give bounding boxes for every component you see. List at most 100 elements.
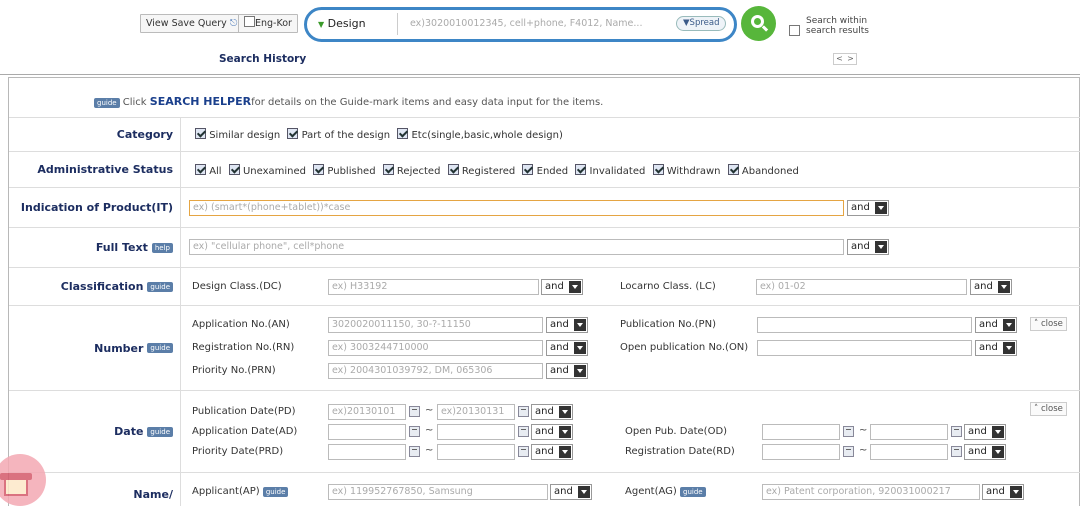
collapse-icon: ˄ <box>1034 404 1039 414</box>
date-row: Date guide Publication Date(PD) ex)201301… <box>9 390 1080 472</box>
od-from-input[interactable] <box>762 424 840 440</box>
dropdown-arrow-icon <box>1003 319 1015 331</box>
prd-and-select[interactable]: and <box>531 444 573 460</box>
pn-input[interactable] <box>757 317 972 333</box>
helper-notice: guide Click SEARCH HELPERfor details on … <box>94 95 603 108</box>
an-label: Application No.(AN) <box>192 319 290 330</box>
calendar-icon[interactable] <box>951 446 962 457</box>
search-go-button[interactable] <box>741 6 776 41</box>
calendar-icon[interactable] <box>409 406 420 417</box>
ap-label: Applicant(AP) guide <box>192 486 289 497</box>
rn-and-select[interactable]: and <box>546 340 588 356</box>
help-badge[interactable]: help <box>151 242 173 253</box>
ap-input[interactable]: ex) 119952767850, Samsung <box>328 484 548 500</box>
prn-and-select[interactable]: and <box>546 363 588 379</box>
range-tilde: ~ <box>859 445 868 456</box>
ad-and-select[interactable]: and <box>531 424 573 440</box>
ag-and-select[interactable]: and <box>982 484 1024 500</box>
indication-input[interactable]: ex) (smart*(phone+tablet))*case <box>189 200 844 216</box>
status-all-checkbox[interactable] <box>195 164 206 175</box>
prev-button[interactable]: < <box>836 54 843 64</box>
prn-label: Priority No.(PRN) <box>192 365 276 376</box>
etc-design-checkbox[interactable] <box>397 128 409 139</box>
date-close-button[interactable]: ˄ close <box>1030 402 1067 416</box>
guide-badge[interactable]: guide <box>147 343 173 353</box>
on-and-select[interactable]: and <box>975 340 1017 356</box>
an-input[interactable]: 3020020011150, 30-?-11150 <box>328 317 543 333</box>
calendar-icon[interactable] <box>951 426 962 437</box>
search-category-select[interactable]: ▼ Design <box>318 17 366 30</box>
eng-kor-toggle[interactable]: Eng-Kor <box>238 14 298 33</box>
od-to-input[interactable] <box>870 424 948 440</box>
spread-button[interactable]: ▼Spread <box>676 16 727 31</box>
an-and-select[interactable]: and <box>546 317 588 333</box>
guide-badge[interactable]: guide <box>680 487 706 497</box>
ag-input[interactable]: ex) Patent corporation, 920031000217 <box>762 484 980 500</box>
pn-label: Publication No.(PN) <box>620 319 716 330</box>
search-bar: ▼ Design ex)3020010012345, cell+phone, F… <box>304 7 737 42</box>
prn-input[interactable]: ex) 2004301039792, DM, 065306 <box>328 363 543 379</box>
ap-and-select[interactable]: and <box>550 484 592 500</box>
on-input[interactable] <box>757 340 972 356</box>
status-options: All Unexamined Published Rejected Regist… <box>195 164 799 177</box>
pd-and-select[interactable]: and <box>531 404 573 420</box>
dc-input[interactable]: ex) H33192 <box>328 279 539 295</box>
pd-from-input[interactable]: ex)20130101 <box>328 404 406 420</box>
calendar-icon[interactable] <box>843 446 854 457</box>
status-registered-checkbox[interactable] <box>447 164 459 175</box>
rn-input[interactable]: ex) 3003244710000 <box>328 340 543 356</box>
guide-badge[interactable]: guide <box>262 487 289 497</box>
rn-label: Registration No.(RN) <box>192 342 295 353</box>
status-unexamined-checkbox[interactable] <box>228 164 240 175</box>
guide-badge[interactable]: guide <box>147 281 173 292</box>
ad-to-input[interactable] <box>437 424 515 440</box>
guide-badge[interactable]: guide <box>147 426 173 437</box>
next-button[interactable]: > <box>847 54 854 64</box>
number-label: Number guide <box>9 306 181 390</box>
status-abandoned-checkbox[interactable] <box>727 164 739 175</box>
calendar-icon[interactable] <box>409 426 420 437</box>
calendar-icon[interactable] <box>843 426 854 437</box>
number-close-button[interactable]: ˄ close <box>1030 317 1067 331</box>
fulltext-label: Full Text help <box>9 228 181 267</box>
calendar-icon[interactable] <box>518 406 529 417</box>
search-history-link[interactable]: Search History <box>219 53 306 65</box>
view-save-query-button[interactable]: View Save Query ⎋ <box>140 14 244 33</box>
open-icon: ⎋ <box>229 18 238 29</box>
dropdown-arrow-icon <box>998 281 1010 293</box>
rd-from-input[interactable] <box>762 444 840 460</box>
lc-and-select[interactable]: and <box>970 279 1012 295</box>
status-rejected-checkbox[interactable] <box>382 164 394 175</box>
rd-and-select[interactable]: and <box>964 444 1006 460</box>
dropdown-arrow-icon <box>559 406 571 418</box>
prd-to-input[interactable] <box>437 444 515 460</box>
ad-from-input[interactable] <box>328 424 406 440</box>
divider <box>0 74 1080 75</box>
search-input[interactable]: ex)3020010012345, cell+phone, F4012, Nam… <box>410 18 642 29</box>
search-helper-link[interactable]: SEARCH HELPER <box>150 95 251 108</box>
od-and-select[interactable]: and <box>964 424 1006 440</box>
rd-to-input[interactable] <box>870 444 948 460</box>
prd-from-input[interactable] <box>328 444 406 460</box>
search-within-checkbox[interactable] <box>789 25 800 38</box>
calendar-icon[interactable] <box>409 446 420 457</box>
prd-label: Priority Date(PRD) <box>192 446 284 457</box>
part-design-checkbox[interactable] <box>287 128 299 139</box>
status-invalidated-checkbox[interactable] <box>575 164 587 175</box>
similar-design-checkbox[interactable] <box>195 128 206 139</box>
lc-input[interactable]: ex) 01-02 <box>756 279 967 295</box>
pd-to-input[interactable]: ex)20130131 <box>437 404 515 420</box>
dc-and-select[interactable]: and <box>541 279 583 295</box>
dropdown-arrow-icon <box>578 486 590 498</box>
calendar-icon[interactable] <box>518 446 529 457</box>
pn-and-select[interactable]: and <box>975 317 1017 333</box>
fulltext-and-select[interactable]: and <box>847 239 889 255</box>
status-ended-checkbox[interactable] <box>522 164 534 175</box>
fulltext-input[interactable]: ex) "cellular phone", cell*phone <box>189 239 844 255</box>
status-published-checkbox[interactable] <box>313 164 325 175</box>
eng-kor-checkbox[interactable] <box>244 16 255 27</box>
range-tilde: ~ <box>425 445 434 456</box>
status-withdrawn-checkbox[interactable] <box>652 164 664 175</box>
calendar-icon[interactable] <box>518 426 529 437</box>
indication-and-select[interactable]: and <box>847 200 889 216</box>
